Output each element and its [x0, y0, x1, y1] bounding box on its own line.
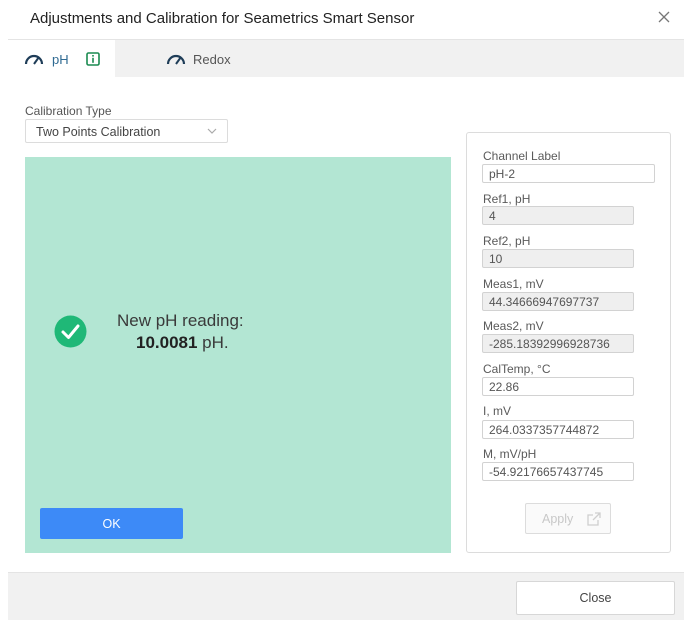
apply-button[interactable]: Apply	[525, 503, 611, 534]
gauge-icon	[166, 54, 186, 65]
ok-button[interactable]: OK	[40, 508, 183, 539]
chevron-down-icon	[207, 128, 217, 134]
m-mv-ph-field: -54.92176657437745	[482, 462, 634, 481]
calibration-details-panel: Channel Label pH-2 Ref1, pH 4 Ref2, pH 1…	[466, 132, 671, 553]
calibration-type-value: Two Points Calibration	[36, 125, 161, 139]
field-label-ref2: Ref2, pH	[483, 234, 531, 248]
close-icon[interactable]	[655, 8, 673, 26]
field-label-channel: Channel Label	[483, 149, 561, 163]
apply-label: Apply	[542, 512, 574, 526]
export-icon	[587, 512, 601, 526]
caltemp-field: 22.86	[482, 377, 634, 396]
result-value-line: 10.0081 pH.	[136, 333, 229, 353]
i-mv-field: 264.0337357744872	[482, 420, 634, 439]
tab-ph[interactable]: pH	[8, 40, 115, 77]
field-label-m: M, mV/pH	[483, 447, 537, 461]
tab-redox[interactable]: Redox	[160, 40, 260, 77]
tab-redox-label: Redox	[193, 52, 231, 67]
field-label-meas1: Meas1, mV	[483, 277, 544, 291]
ref2-field: 10	[482, 249, 634, 268]
info-icon[interactable]	[86, 52, 100, 66]
result-unit: pH.	[197, 333, 229, 352]
calibration-type-label: Calibration Type	[25, 104, 112, 118]
calibration-result-panel	[25, 157, 451, 553]
dialog-title: Adjustments and Calibration for Seametri…	[30, 10, 415, 27]
meas1-field: 44.34666947697737	[482, 292, 634, 311]
ref1-field: 4	[482, 206, 634, 225]
gauge-icon	[24, 54, 44, 65]
close-button[interactable]: Close	[516, 581, 675, 615]
channel-label-input[interactable]: pH-2	[482, 164, 655, 183]
calibration-type-select[interactable]: Two Points Calibration	[25, 119, 228, 143]
result-value: 10.0081	[136, 333, 198, 352]
field-label-ref1: Ref1, pH	[483, 192, 531, 206]
result-message: New pH reading:	[117, 311, 244, 330]
field-label-i: I, mV	[483, 404, 512, 418]
check-circle-icon	[54, 315, 87, 348]
tab-ph-label: pH	[52, 52, 69, 67]
field-label-caltemp: CalTemp, °C	[483, 362, 551, 376]
field-label-meas2: Meas2, mV	[483, 319, 544, 333]
meas2-field: -285.18392996928736	[482, 334, 634, 353]
